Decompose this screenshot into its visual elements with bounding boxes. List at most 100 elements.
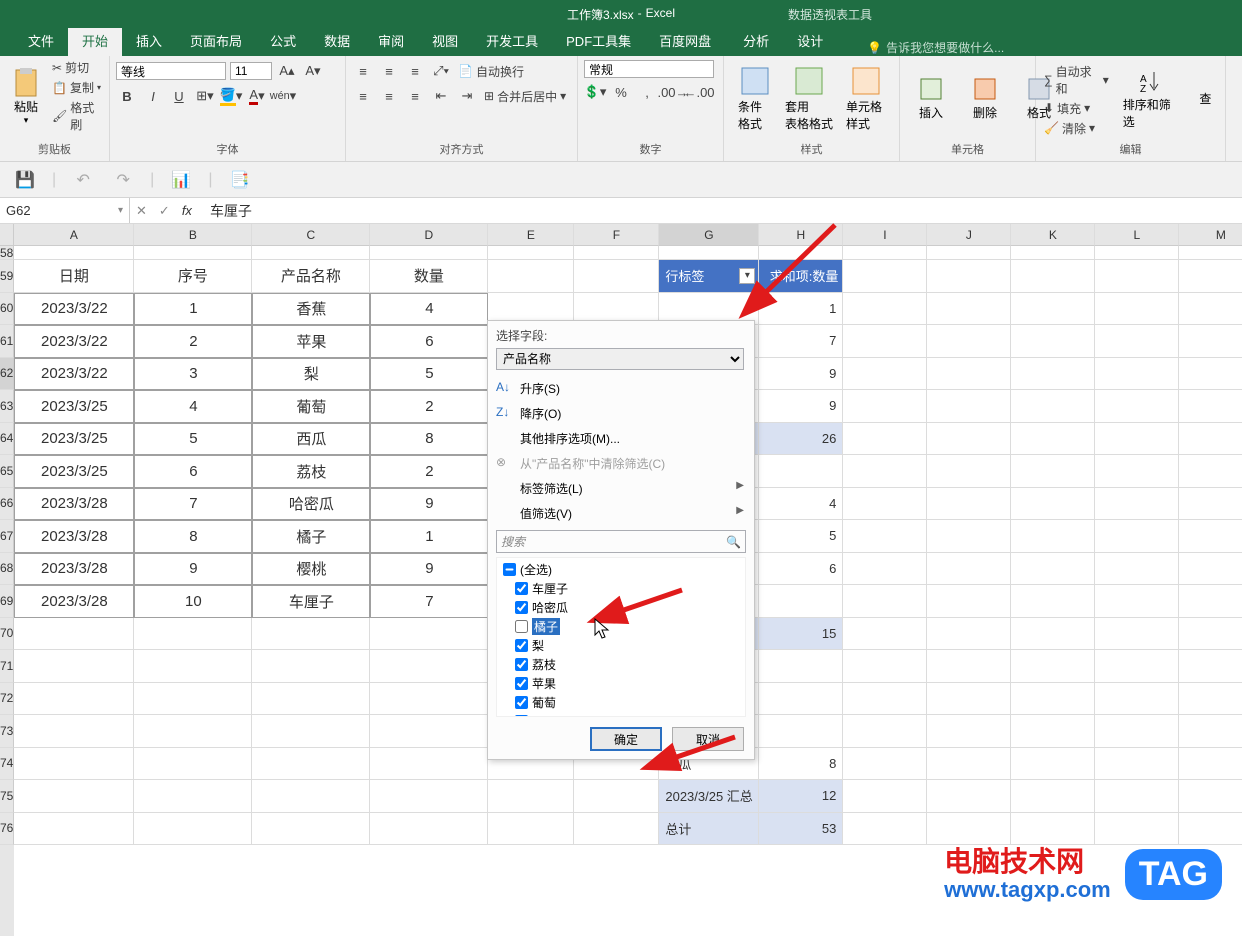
filter-item[interactable]: (全选) <box>501 560 741 579</box>
qat-icon-1[interactable]: 📊 <box>168 167 194 193</box>
select-all-corner[interactable] <box>0 224 14 246</box>
font-family-select[interactable] <box>116 62 226 80</box>
cell[interactable] <box>488 780 574 813</box>
cell[interactable] <box>1179 293 1242 326</box>
rowhead-63[interactable]: 63 <box>0 390 14 423</box>
tab-insert[interactable]: 插入 <box>122 26 176 56</box>
indent-inc-icon[interactable]: ⇥ <box>456 85 478 107</box>
cell[interactable]: 3 <box>134 358 252 391</box>
tab-design[interactable]: 设计 <box>783 26 837 56</box>
tab-pdf[interactable]: PDF工具集 <box>552 26 645 56</box>
copy-button[interactable]: 📋 复制▾ <box>50 78 103 97</box>
cell[interactable]: 1 <box>134 293 252 326</box>
cell[interactable]: 2023/3/28 <box>14 553 134 586</box>
sort-filter-button[interactable]: AZ排序和筛选 <box>1115 66 1188 132</box>
qat-icon-2[interactable]: 📑 <box>226 167 252 193</box>
cancel-formula-icon[interactable]: ✕ <box>136 203 147 219</box>
cell[interactable] <box>370 650 488 683</box>
cell[interactable]: 产品名称 <box>252 260 370 293</box>
cell[interactable] <box>843 390 927 423</box>
cell[interactable]: 苹果 <box>252 325 370 358</box>
rowhead-58[interactable]: 58 <box>0 246 14 260</box>
tab-analyze[interactable]: 分析 <box>729 26 783 56</box>
cell[interactable]: 6 <box>134 455 252 488</box>
pivot-row-label[interactable]: 行标签▾ <box>659 260 759 293</box>
cell[interactable] <box>927 650 1011 683</box>
tab-home[interactable]: 开始 <box>68 26 122 56</box>
cell[interactable]: 9 <box>134 553 252 586</box>
rowhead-74[interactable]: 74 <box>0 748 14 781</box>
cell[interactable] <box>843 358 927 391</box>
cell[interactable] <box>488 260 574 293</box>
colhead-B[interactable]: B <box>134 224 252 246</box>
filter-item[interactable]: 苹果 <box>501 674 741 693</box>
filter-item[interactable]: 西瓜 <box>501 712 741 717</box>
rowhead-72[interactable]: 72 <box>0 683 14 716</box>
cell[interactable] <box>370 618 488 651</box>
cell[interactable]: 2023/3/25 <box>14 390 134 423</box>
tab-layout[interactable]: 页面布局 <box>176 26 256 56</box>
filter-checkbox[interactable] <box>515 677 528 690</box>
cell[interactable]: 车厘子 <box>252 585 370 618</box>
cell[interactable] <box>1011 683 1095 716</box>
orientation-icon[interactable]: ⤢▾ <box>430 60 452 82</box>
cell[interactable] <box>134 618 252 651</box>
cell[interactable] <box>1011 618 1095 651</box>
autosum-button[interactable]: ∑ 自动求和 ▾ <box>1042 62 1111 98</box>
cell[interactable] <box>927 813 1011 846</box>
filter-search-input[interactable]: 搜索🔍 <box>496 530 746 553</box>
cell[interactable] <box>927 358 1011 391</box>
cell[interactable] <box>843 455 927 488</box>
cell[interactable] <box>1011 585 1095 618</box>
colhead-F[interactable]: F <box>574 224 659 246</box>
cell[interactable] <box>1095 246 1179 260</box>
font-color-button[interactable]: A▾ <box>246 85 268 107</box>
cell[interactable] <box>1179 780 1242 813</box>
cell[interactable] <box>1095 748 1179 781</box>
cell[interactable] <box>843 246 927 260</box>
cell[interactable] <box>134 683 252 716</box>
cell[interactable] <box>927 683 1011 716</box>
filter-checkbox[interactable] <box>503 563 516 576</box>
cell[interactable] <box>1179 390 1242 423</box>
cell[interactable]: 8 <box>370 423 488 456</box>
value-filter-item[interactable]: 值筛选(V)▶ <box>488 501 754 526</box>
cell[interactable] <box>843 423 927 456</box>
rowhead-70[interactable]: 70 <box>0 618 14 651</box>
tellme[interactable]: 💡 告诉我您想要做什么... <box>867 39 1004 56</box>
cell[interactable] <box>927 293 1011 326</box>
undo-icon[interactable]: ↶ <box>70 167 96 193</box>
cell[interactable] <box>14 715 134 748</box>
cell[interactable] <box>927 423 1011 456</box>
cell[interactable] <box>1011 260 1095 293</box>
cell[interactable]: 樱桃 <box>252 553 370 586</box>
cell[interactable]: 7 <box>370 585 488 618</box>
cell[interactable] <box>1179 618 1242 651</box>
cell[interactable] <box>370 246 488 260</box>
cell[interactable]: 日期 <box>14 260 134 293</box>
underline-button[interactable]: U <box>168 85 190 107</box>
cell[interactable] <box>1179 358 1242 391</box>
cell[interactable]: 香蕉 <box>252 293 370 326</box>
cell[interactable] <box>1011 455 1095 488</box>
percent-icon[interactable]: % <box>610 81 632 103</box>
cell[interactable] <box>488 246 574 260</box>
cell[interactable]: 9 <box>370 488 488 521</box>
cell[interactable] <box>843 618 927 651</box>
cell[interactable] <box>1179 553 1242 586</box>
colhead-L[interactable]: L <box>1095 224 1179 246</box>
cell[interactable] <box>1179 748 1242 781</box>
align-right-icon[interactable]: ≡ <box>404 85 426 107</box>
cell[interactable] <box>574 813 659 846</box>
cell[interactable]: 总计 <box>659 813 759 846</box>
cell[interactable] <box>370 813 488 846</box>
rowhead-69[interactable]: 69 <box>0 585 14 618</box>
cell[interactable] <box>759 683 843 716</box>
fx-icon[interactable]: fx <box>182 203 192 218</box>
cell[interactable] <box>14 246 134 260</box>
cell[interactable] <box>1179 520 1242 553</box>
cell[interactable] <box>1095 325 1179 358</box>
rowhead-68[interactable]: 68 <box>0 553 14 586</box>
align-left-icon[interactable]: ≡ <box>352 85 374 107</box>
cell[interactable] <box>1011 715 1095 748</box>
